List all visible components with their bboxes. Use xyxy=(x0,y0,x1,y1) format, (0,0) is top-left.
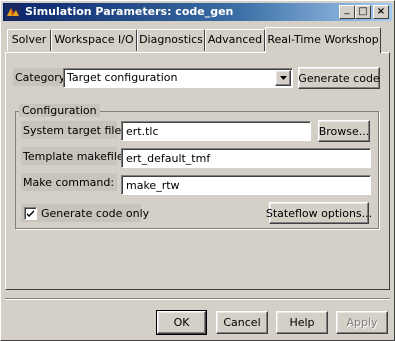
tab-label: Diagnostics xyxy=(139,33,203,46)
tab-label: Real-Time Workshop xyxy=(267,33,379,46)
ok-button[interactable]: OK xyxy=(156,310,207,335)
system-target-file-label: System target file: xyxy=(23,124,125,137)
dialog-window: Simulation Parameters: code_gen _ □ × So… xyxy=(0,0,395,341)
category-selected-value: Target configuration xyxy=(67,71,178,84)
system-target-file-input[interactable]: ert.tlc xyxy=(121,121,311,141)
cancel-button[interactable]: Cancel xyxy=(216,311,268,334)
generate-code-only-label: Generate code only xyxy=(41,207,150,220)
tab-label: Advanced xyxy=(207,33,263,46)
browse-button[interactable]: Browse... xyxy=(318,120,370,142)
checkmark-icon xyxy=(27,210,34,217)
stateflow-options-button[interactable]: Stateflow options... xyxy=(265,202,373,224)
template-makefile-label: Template makefile: xyxy=(23,150,128,163)
window-title: Simulation Parameters: code_gen xyxy=(25,5,234,18)
close-icon: × xyxy=(376,6,386,17)
category-label: Category: xyxy=(15,71,69,84)
minimize-icon: _ xyxy=(344,4,350,15)
browse-label: Browse... xyxy=(318,124,370,138)
apply-label: Apply xyxy=(346,316,378,329)
tab-label: Solver xyxy=(11,33,47,46)
make-command-input[interactable]: make_rtw xyxy=(121,175,371,195)
tab-diagnostics[interactable]: Diagnostics xyxy=(137,29,205,51)
close-button[interactable]: × xyxy=(373,5,389,19)
help-button[interactable]: Help xyxy=(276,311,328,334)
help-label: Help xyxy=(289,316,315,329)
cancel-label: Cancel xyxy=(223,316,261,329)
generate-code-button[interactable]: Generate code xyxy=(298,67,380,89)
footer-divider xyxy=(5,298,390,300)
template-makefile-value: ert_default_tmf xyxy=(126,152,211,165)
chevron-down-icon xyxy=(279,76,287,80)
tab-workspace-io[interactable]: Workspace I/O xyxy=(51,29,137,51)
generate-code-label: Generate code xyxy=(298,71,380,85)
make-command-label: Make command: xyxy=(23,176,115,189)
tab-solver[interactable]: Solver xyxy=(7,29,51,51)
title-bar[interactable]: Simulation Parameters: code_gen _ □ × xyxy=(3,3,392,21)
stateflow-options-label: Stateflow options... xyxy=(265,206,373,220)
category-select[interactable]: Target configuration xyxy=(63,68,293,88)
tab-label: Workspace I/O xyxy=(54,33,134,46)
apply-button: Apply xyxy=(336,311,388,334)
maximize-icon: □ xyxy=(358,6,368,17)
make-command-value: make_rtw xyxy=(126,179,180,192)
system-target-file-value: ert.tlc xyxy=(126,125,159,138)
matlab-logo-icon xyxy=(5,4,21,20)
ok-label: OK xyxy=(173,316,190,329)
generate-code-only-checkbox[interactable] xyxy=(24,207,37,220)
category-dropdown-button[interactable] xyxy=(275,70,291,86)
tab-advanced[interactable]: Advanced xyxy=(205,29,265,51)
maximize-button[interactable]: □ xyxy=(355,5,371,19)
tab-real-time-workshop[interactable]: Real-Time Workshop xyxy=(265,27,381,53)
template-makefile-input[interactable]: ert_default_tmf xyxy=(121,148,371,168)
minimize-button[interactable]: _ xyxy=(339,5,355,19)
configuration-group-title: Configuration xyxy=(19,104,100,117)
